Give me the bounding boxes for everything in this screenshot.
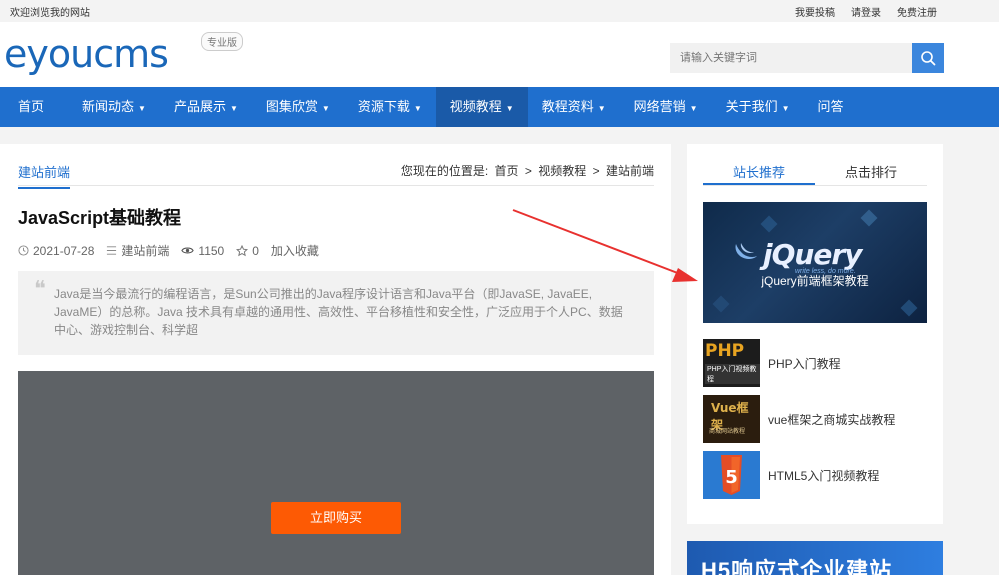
tab-recommended[interactable]: 站长推荐 [703, 158, 815, 185]
submit-link[interactable]: 我要投稿 [795, 4, 835, 19]
nav-item-news[interactable]: 新闻动态 ▼ [68, 87, 160, 127]
html5-thumbnail: 5 [703, 451, 760, 499]
breadcrumb-prefix: 您现在的位置是: [400, 164, 489, 178]
search-button[interactable] [912, 43, 944, 73]
star-count: 0 [252, 243, 259, 258]
chevron-down-icon: ▼ [229, 104, 238, 113]
featured-course-card[interactable]: jQuery write less, do more. jQuery前端框架教程 [703, 202, 927, 323]
article-header-bar: 建站前端 您现在的位置是: 首页 > 视频教程 > 建站前端 [18, 158, 654, 189]
star-icon [236, 244, 249, 256]
top-bar: 欢迎浏览我的网站 我要投稿 请登录 免费注册 [0, 0, 999, 22]
chevron-down-icon: ▼ [505, 104, 514, 113]
chevron-down-icon: ▼ [138, 104, 146, 113]
breadcrumb: 您现在的位置是: 首页 > 视频教程 > 建站前端 [400, 164, 654, 178]
quote-icon: ❝ [34, 277, 46, 302]
category-tab[interactable]: 建站前端 [18, 162, 71, 189]
list-item-label: vue框架之商城实战教程 [768, 412, 896, 427]
publish-date: 2021-07-28 [33, 243, 95, 258]
svg-text:5: 5 [725, 467, 738, 488]
list-item[interactable]: Vue框架 商城网站教程 vue框架之商城实战教程 [703, 395, 927, 443]
article-summary: ❝ Java是当今最流行的编程语言，是Sun公司推出的Java程序设计语言和Ja… [18, 271, 654, 355]
top-links: 我要投稿 请登录 免费注册 [795, 4, 937, 19]
chevron-down-icon: ▼ [689, 104, 698, 113]
article-panel: 建站前端 您现在的位置是: 首页 > 视频教程 > 建站前端 JavaScrip… [0, 144, 671, 575]
list-item[interactable]: 5 HTML5入门视频教程 [703, 451, 927, 499]
vue-thumbnail: Vue框架 商城网站教程 [703, 395, 760, 443]
article-meta: 2021-07-28 建站前端 1150 0 加入收藏 [18, 242, 319, 259]
jquery-logo-icon [735, 243, 757, 259]
site-header: eyoucms 专业版 [0, 22, 999, 87]
sidebar: 站长推荐 点击排行 jQuery write less, do more. jQ… [687, 144, 943, 524]
nav-item-marketing[interactable]: 网络营销 ▼ [620, 87, 712, 127]
nav-item-about[interactable]: 关于我们 ▼ [712, 87, 804, 127]
breadcrumb-video[interactable]: 视频教程 [538, 164, 586, 178]
meta-category[interactable]: 建站前端 [121, 242, 169, 259]
clock-icon [18, 245, 29, 256]
nav-item-video[interactable]: 视频教程 ▼ [435, 87, 528, 127]
chevron-down-icon: ▼ [413, 104, 422, 113]
eye-icon [181, 247, 195, 254]
breadcrumb-current[interactable]: 建站前端 [606, 164, 654, 178]
star-button[interactable]: 0 [236, 244, 259, 258]
list-item-label: HTML5入门视频教程 [768, 468, 880, 483]
nav-item-downloads[interactable]: 资源下载 ▼ [344, 87, 436, 127]
search-icon [921, 51, 936, 66]
feature-logo-text: jQuery [763, 238, 862, 271]
video-player[interactable]: 立即购买 [18, 371, 654, 575]
nav-item-gallery[interactable]: 图集欣赏 ▼ [252, 87, 344, 127]
nav-item-home[interactable]: 首页 [0, 87, 68, 127]
breadcrumb-home[interactable]: 首页 [495, 164, 519, 178]
php-thumbnail: PHP PHP入门视频教程 [703, 339, 760, 387]
login-link[interactable]: 请登录 [851, 4, 881, 19]
summary-text: Java是当今最流行的编程语言，是Sun公司推出的Java程序设计语言和Java… [54, 287, 623, 337]
search-input[interactable] [670, 43, 912, 73]
list-item[interactable]: PHP PHP入门视频教程 PHP入门教程 [703, 339, 927, 387]
nav-item-qa[interactable]: 问答 [804, 87, 858, 127]
welcome-text: 欢迎浏览我的网站 [10, 8, 90, 19]
nav-item-tutorials[interactable]: 教程资料 ▼ [528, 87, 620, 127]
chevron-down-icon: ▼ [781, 104, 790, 113]
main-nav: 首页 新闻动态 ▼ 产品展示 ▼ 图集欣赏 ▼ 资源下载 ▼ 视频教程 ▼ 教程资料 ▼ 网… [0, 87, 999, 127]
tab-ranking[interactable]: 点击排行 [815, 158, 927, 185]
list-item-label: PHP入门教程 [768, 356, 841, 371]
favorite-link[interactable]: 加入收藏 [271, 242, 319, 259]
chevron-down-icon: ▼ [597, 104, 606, 113]
edition-badge: 专业版 [201, 32, 243, 51]
feature-caption: jQuery前端框架教程 [761, 274, 869, 288]
view-count: 1150 [198, 243, 225, 258]
article-title: JavaScript基础教程 [18, 208, 182, 228]
sidebar-tabs: 站长推荐 点击排行 [703, 158, 927, 186]
register-link[interactable]: 免费注册 [897, 4, 937, 19]
list-icon [107, 246, 117, 255]
nav-item-products[interactable]: 产品展示 ▼ [160, 87, 252, 127]
html5-shield-icon: 5 [721, 455, 742, 495]
banner-text: H5响应式企业建站 [701, 558, 893, 575]
promo-banner[interactable]: H5响应式企业建站 [687, 541, 943, 575]
site-logo[interactable]: eyoucms [4, 34, 169, 74]
chevron-down-icon: ▼ [321, 104, 330, 113]
buy-now-button[interactable]: 立即购买 [271, 502, 401, 534]
